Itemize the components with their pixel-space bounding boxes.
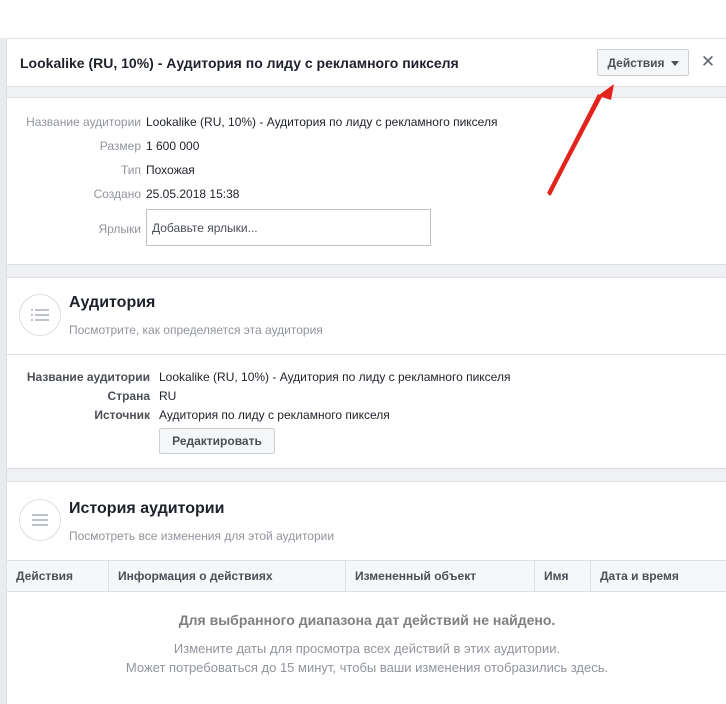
info-created-label: Создано xyxy=(93,187,141,201)
info-created-value: 25.05.2018 15:38 xyxy=(146,187,240,201)
edit-button[interactable]: Редактировать xyxy=(159,428,275,454)
info-size-label: Размер xyxy=(99,139,141,153)
info-type-label: Тип xyxy=(120,163,141,177)
column-header-date-time[interactable]: Дата и время xyxy=(591,561,726,591)
audience-dialog: Lookalike (RU, 10%) - Аудитория по лиду … xyxy=(6,38,726,704)
dialog-title: Lookalike (RU, 10%) - Аудитория по лиду … xyxy=(20,55,459,71)
audience-country-label: Страна xyxy=(107,389,150,403)
audience-name-value: Lookalike (RU, 10%) - Аудитория по лиду … xyxy=(159,370,511,384)
audience-country-value: RU xyxy=(159,389,177,403)
column-header-action-info[interactable]: Информация о действиях xyxy=(109,561,346,591)
actions-button-label: Действия xyxy=(607,55,665,70)
close-icon[interactable]: ✕ xyxy=(699,52,717,72)
column-header-changed-object[interactable]: Измененный объект xyxy=(346,561,535,591)
history-table-header: Действия Информация о действиях Измененн… xyxy=(7,560,726,592)
history-section-header: История аудитории Посмотреть все изменен… xyxy=(7,482,726,560)
audience-info-panel: Название аудитории Lookalike (RU, 10%) -… xyxy=(7,97,726,265)
dialog-header: Lookalike (RU, 10%) - Аудитория по лиду … xyxy=(7,39,726,87)
empty-state-title: Для выбранного диапазона дат действий не… xyxy=(178,612,556,628)
actions-dropdown-button[interactable]: Действия xyxy=(597,49,689,76)
audience-source-label: Источник xyxy=(94,408,150,422)
list-icon xyxy=(19,499,61,541)
audience-definition-panel: Аудитория Посмотрите, как определяется э… xyxy=(7,277,726,469)
info-name-value: Lookalike (RU, 10%) - Аудитория по лиду … xyxy=(146,115,498,129)
list-icon xyxy=(19,294,61,336)
audience-section-subtitle: Посмотрите, как определяется эта аудитор… xyxy=(69,323,323,337)
info-type-value: Похожая xyxy=(146,163,195,177)
info-size-value: 1 600 000 xyxy=(146,139,200,153)
audience-section-title: Аудитория xyxy=(69,294,156,311)
audience-name-label: Название аудитории xyxy=(26,370,150,384)
audience-section-header: Аудитория Посмотрите, как определяется э… xyxy=(7,278,726,355)
audience-history-panel: История аудитории Посмотреть все изменен… xyxy=(7,481,726,704)
info-tags-label: Ярлыки xyxy=(98,222,141,236)
info-name-label: Название аудитории xyxy=(26,115,141,129)
column-header-actions[interactable]: Действия xyxy=(7,561,109,591)
tags-input[interactable] xyxy=(146,209,431,246)
empty-state-line-2: Может потребоваться до 15 минут, чтобы в… xyxy=(125,660,609,675)
audience-source-value: Аудитория по лиду с рекламного пикселя xyxy=(159,408,390,422)
caret-down-icon xyxy=(670,60,679,66)
history-section-subtitle: Посмотреть все изменения для этой аудито… xyxy=(69,529,335,543)
empty-state-line-1: Измените даты для просмотра всех действи… xyxy=(173,641,561,656)
column-header-name[interactable]: Имя xyxy=(535,561,591,591)
history-section-title: История аудитории xyxy=(69,500,225,517)
